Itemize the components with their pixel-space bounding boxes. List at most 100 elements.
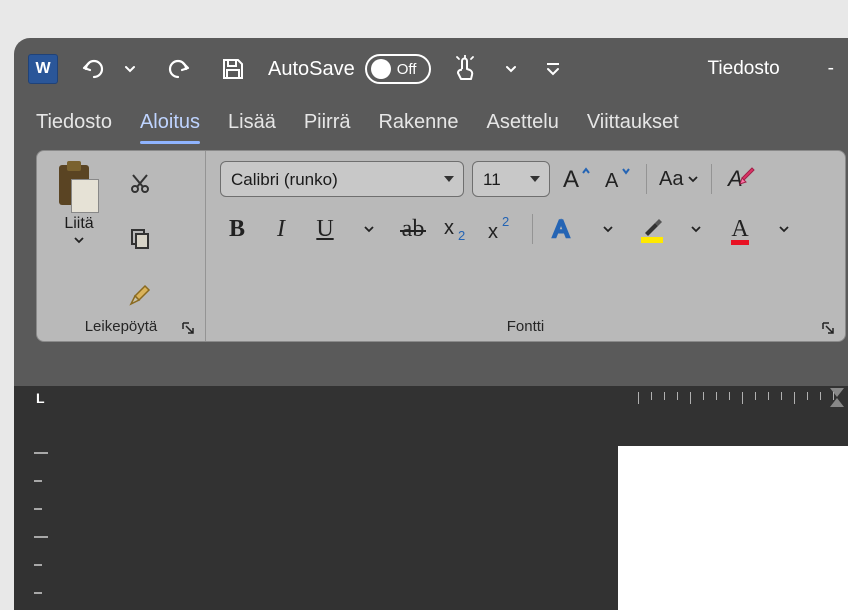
strikethrough-icon: ab (402, 216, 425, 243)
tab-piirra[interactable]: Piirrä (304, 107, 351, 142)
chevron-down-icon (363, 224, 375, 234)
chevron-down-icon (687, 174, 699, 184)
tab-tiedosto[interactable]: Tiedosto (36, 107, 112, 142)
vertical-ruler[interactable] (14, 412, 66, 610)
clear-formatting-icon: A (726, 166, 756, 192)
divider (646, 164, 647, 194)
autosave-switch[interactable]: Off (365, 54, 431, 84)
superscript-button[interactable]: x2 (484, 211, 518, 247)
app-window: W AutoSave Off (14, 38, 848, 610)
autosave-toggle[interactable]: AutoSave Off (268, 54, 431, 84)
text-effects-icon: A (550, 215, 578, 243)
chevron-down-icon (73, 235, 85, 245)
divider (532, 214, 533, 244)
clipboard-launcher[interactable] (181, 321, 195, 335)
svg-text:x: x (488, 221, 498, 242)
tab-lisaa[interactable]: Lisää (228, 107, 276, 142)
font-name-select[interactable]: Calibri (runko) (220, 161, 464, 197)
redo-button[interactable] (158, 49, 198, 89)
copy-button[interactable] (123, 221, 157, 257)
shrink-font-button[interactable]: A (600, 161, 634, 197)
superscript-icon: x2 (486, 216, 516, 242)
change-case-button[interactable]: Aa (659, 161, 699, 197)
font-size-select[interactable]: 11 (472, 161, 550, 197)
subscript-icon: x2 (442, 216, 472, 242)
undo-button[interactable] (74, 49, 116, 89)
font-color-dropdown[interactable] (767, 211, 801, 247)
svg-text:2: 2 (502, 216, 509, 229)
autosave-state: Off (397, 61, 417, 78)
italic-icon: I (277, 216, 285, 243)
clear-formatting-button[interactable]: A (724, 161, 758, 197)
touch-icon (453, 55, 477, 83)
tab-asettelu[interactable]: Asettelu (487, 107, 559, 142)
undo-icon (80, 57, 110, 81)
chevron-down-icon (505, 63, 517, 75)
customize-qat-button[interactable] (539, 49, 567, 89)
svg-text:2: 2 (458, 228, 465, 242)
title-separator: - (828, 58, 834, 80)
group-clipboard: Liitä Leikepöytä (37, 151, 205, 341)
highlight-dropdown[interactable] (679, 211, 713, 247)
grow-font-button[interactable]: A (558, 161, 592, 197)
ribbon: Liitä Leikepöytä (36, 150, 846, 342)
highlight-button[interactable] (635, 211, 669, 247)
font-launcher[interactable] (821, 321, 835, 335)
touch-mode-button[interactable] (447, 49, 483, 89)
shrink-font-icon: A (601, 165, 633, 193)
tab-viittaukset[interactable]: Viittaukset (587, 107, 679, 142)
save-icon (220, 56, 246, 82)
strikethrough-button[interactable]: ab (396, 211, 430, 247)
ribbon-tabs: Tiedosto Aloitus Lisää Piirrä Rakenne As… (14, 100, 848, 142)
chevron-down-icon (124, 63, 136, 75)
save-button[interactable] (214, 49, 252, 89)
word-app-icon: W (28, 54, 58, 84)
subscript-button[interactable]: x2 (440, 211, 474, 247)
underline-dropdown[interactable] (352, 211, 386, 247)
autosave-label: AutoSave (268, 58, 355, 81)
svg-text:A: A (726, 166, 743, 191)
group-font: Calibri (runko) 11 A A Aa (205, 151, 845, 341)
svg-text:x: x (444, 217, 454, 239)
svg-text:A: A (553, 216, 569, 243)
redo-icon (164, 57, 192, 81)
dialog-launcher-icon (821, 321, 835, 335)
touch-mode-dropdown[interactable] (499, 49, 523, 89)
svg-text:A: A (605, 170, 619, 192)
svg-text:A: A (563, 166, 579, 193)
document-area: L (14, 386, 848, 610)
horizontal-ruler[interactable] (638, 388, 848, 406)
change-case-label: Aa (659, 168, 683, 191)
switch-knob (371, 59, 391, 79)
scissors-icon (128, 171, 152, 195)
titlebar: W AutoSave Off (14, 38, 848, 100)
grow-font-icon: A (559, 165, 591, 193)
paste-label: Liitä (64, 215, 93, 233)
divider (711, 164, 712, 194)
paste-button[interactable]: Liitä (51, 161, 107, 313)
ruler-corner: L (36, 390, 45, 406)
font-color-button[interactable]: A (723, 211, 757, 247)
tab-aloitus[interactable]: Aloitus (140, 107, 200, 142)
chevron-down-icon (778, 224, 790, 234)
text-effects-button[interactable]: A (547, 211, 581, 247)
text-effects-dropdown[interactable] (591, 211, 625, 247)
underline-button[interactable]: U (308, 211, 342, 247)
paste-icon (57, 165, 101, 213)
bold-button[interactable]: B (220, 211, 254, 247)
brush-icon (127, 282, 153, 308)
chevron-down-icon (690, 224, 702, 234)
group-label-font: Fontti (206, 318, 845, 335)
undo-dropdown[interactable] (118, 49, 142, 89)
highlight-icon (641, 215, 663, 243)
dialog-launcher-icon (181, 321, 195, 335)
customize-qat-icon (545, 61, 561, 77)
cut-button[interactable] (123, 165, 157, 201)
underline-icon: U (316, 216, 333, 243)
chevron-down-icon (602, 224, 614, 234)
tab-rakenne[interactable]: Rakenne (378, 107, 458, 142)
copy-icon (128, 227, 152, 251)
italic-button[interactable]: I (264, 211, 298, 247)
format-painter-button[interactable] (123, 277, 157, 313)
document-page[interactable] (618, 446, 848, 610)
